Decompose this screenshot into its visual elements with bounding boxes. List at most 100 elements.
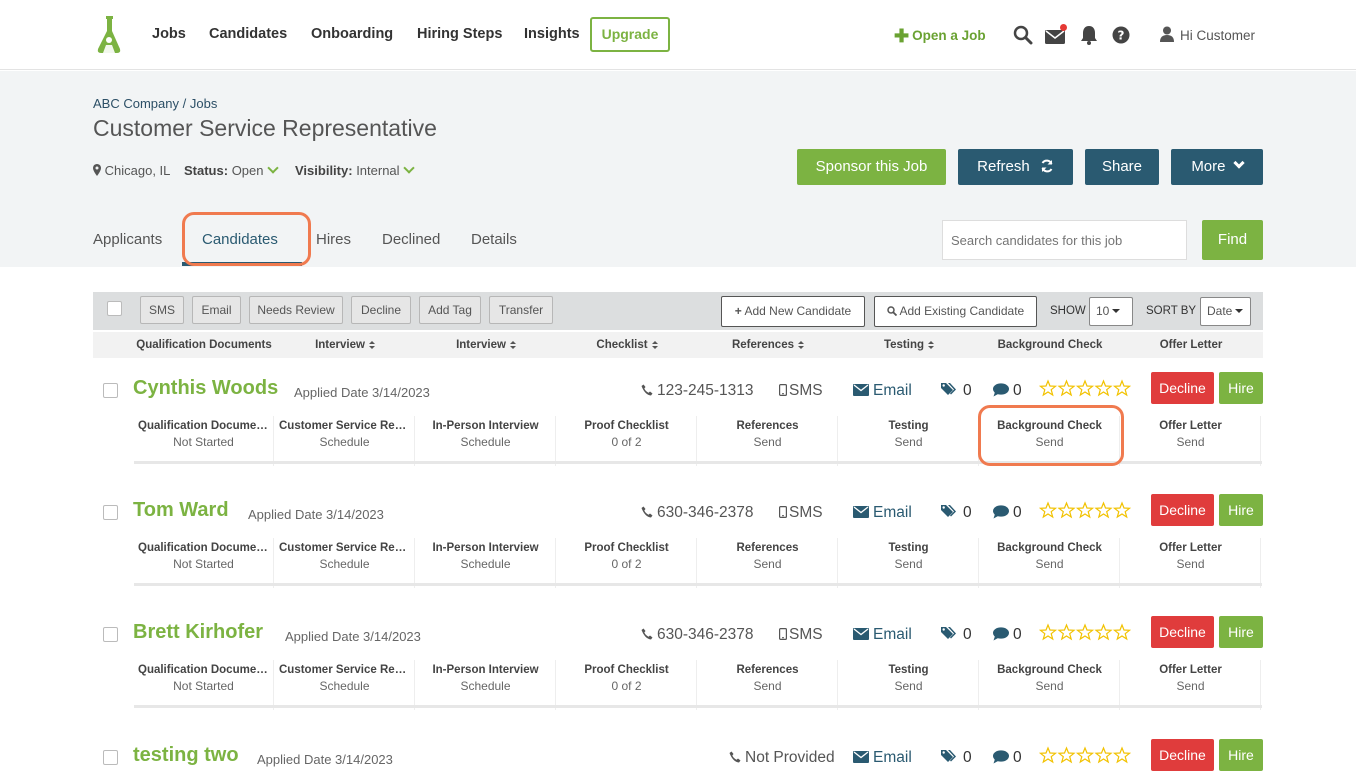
add-existing-candidate-button[interactable]: Add Existing Candidate xyxy=(874,296,1037,327)
candidate-phone[interactable]: 123-245-1313 xyxy=(641,382,754,400)
find-button[interactable]: Find xyxy=(1202,220,1263,260)
bell-icon[interactable] xyxy=(1079,25,1099,45)
sort-by-select[interactable]: Date xyxy=(1200,297,1251,326)
candidate-name[interactable]: Brett Kirhofer xyxy=(133,621,263,644)
candidate-name[interactable]: Cynthis Woods xyxy=(133,377,278,400)
candidate-name[interactable]: Tom Ward xyxy=(133,499,229,522)
star-icon[interactable] xyxy=(1039,501,1058,519)
step-customer-service-interview[interactable]: Customer Service Repr... Schedule xyxy=(275,416,415,466)
nav-onboarding[interactable]: Onboarding xyxy=(311,26,393,42)
col-testing[interactable]: Testing xyxy=(839,339,979,351)
step-background-check[interactable]: Background Check Send xyxy=(980,660,1120,710)
star-icon[interactable] xyxy=(1112,746,1131,764)
bulk-sms-button[interactable]: SMS xyxy=(140,296,184,324)
candidate-phone[interactable]: 630-346-2378 xyxy=(641,504,754,522)
candidate-tags[interactable]: 0 xyxy=(941,504,972,522)
decline-button[interactable]: Decline xyxy=(1151,372,1214,404)
rating-stars[interactable] xyxy=(1039,379,1131,397)
candidate-email[interactable]: Email xyxy=(853,504,912,522)
step-testing[interactable]: Testing Send xyxy=(839,416,979,466)
nav-insights[interactable]: Insights xyxy=(524,26,580,42)
show-count-select[interactable]: 10 xyxy=(1089,297,1133,326)
decline-button[interactable]: Decline xyxy=(1151,494,1214,526)
step-testing[interactable]: Testing Send xyxy=(839,660,979,710)
candidate-email[interactable]: Email xyxy=(853,382,912,400)
step-customer-service-interview[interactable]: Customer Service Repr... Schedule xyxy=(275,538,415,588)
breadcrumb-jobs[interactable]: Jobs xyxy=(190,96,217,111)
more-button[interactable]: More xyxy=(1171,149,1263,185)
step-in-person-interview[interactable]: In-Person Interview Schedule xyxy=(416,660,556,710)
star-icon[interactable] xyxy=(1075,746,1095,764)
star-icon[interactable] xyxy=(1057,746,1076,764)
tab-declined[interactable]: Declined xyxy=(382,231,440,248)
star-icon[interactable] xyxy=(1039,379,1058,397)
star-icon[interactable] xyxy=(1075,379,1095,397)
candidate-checkbox[interactable] xyxy=(103,750,118,765)
candidate-tags[interactable]: 0 xyxy=(941,626,972,644)
col-qualification-documents[interactable]: Qualification Documents xyxy=(134,339,274,351)
star-icon[interactable] xyxy=(1112,379,1131,397)
bulk-add-tag-button[interactable]: Add Tag xyxy=(419,296,481,324)
decline-button[interactable]: Decline xyxy=(1151,616,1214,648)
candidate-checkbox[interactable] xyxy=(103,505,118,520)
col-background-check[interactable]: Background Check xyxy=(980,339,1120,351)
candidate-sms[interactable]: SMS xyxy=(779,626,823,644)
col-interview-2[interactable]: Interview xyxy=(416,339,556,351)
add-new-candidate-button[interactable]: + Add New Candidate xyxy=(721,296,865,327)
user-menu[interactable]: Hi Customer xyxy=(1160,26,1255,43)
open-job-link[interactable]: ✚ Open a Job xyxy=(894,26,986,47)
col-checklist[interactable]: Checklist xyxy=(557,339,697,351)
candidate-messages[interactable]: 0 xyxy=(993,504,1022,522)
star-icon[interactable] xyxy=(1094,379,1113,397)
candidate-messages[interactable]: 0 xyxy=(993,749,1022,767)
step-proof-checklist[interactable]: Proof Checklist 0 of 2 xyxy=(557,538,697,588)
search-input[interactable] xyxy=(942,220,1187,260)
star-icon[interactable] xyxy=(1094,623,1113,641)
step-in-person-interview[interactable]: In-Person Interview Schedule xyxy=(416,416,556,466)
step-proof-checklist[interactable]: Proof Checklist 0 of 2 xyxy=(557,660,697,710)
candidate-phone[interactable]: 630-346-2378 xyxy=(641,626,754,644)
step-references[interactable]: References Send xyxy=(698,538,838,588)
hire-button[interactable]: Hire xyxy=(1219,616,1263,648)
step-qualification-documents[interactable]: Qualification Documents Not Started xyxy=(134,416,274,466)
breadcrumb-company[interactable]: ABC Company xyxy=(93,96,179,111)
step-offer-letter[interactable]: Offer Letter Send xyxy=(1121,416,1261,466)
candidate-sms[interactable]: SMS xyxy=(779,382,823,400)
star-icon[interactable] xyxy=(1112,501,1131,519)
star-icon[interactable] xyxy=(1057,501,1076,519)
visibility-dropdown[interactable]: Visibility: Internal xyxy=(295,162,415,178)
upgrade-button[interactable]: Upgrade xyxy=(590,17,670,52)
candidate-email[interactable]: Email xyxy=(853,749,912,767)
hire-button[interactable]: Hire xyxy=(1219,372,1263,404)
col-offer-letter[interactable]: Offer Letter xyxy=(1121,339,1261,351)
col-interview-1[interactable]: Interview xyxy=(275,339,415,351)
nav-hiring-steps[interactable]: Hiring Steps xyxy=(417,26,502,42)
bulk-email-button[interactable]: Email xyxy=(192,296,241,324)
candidate-checkbox[interactable] xyxy=(103,627,118,642)
tab-applicants[interactable]: Applicants xyxy=(93,231,162,248)
hire-button[interactable]: Hire xyxy=(1219,494,1263,526)
step-in-person-interview[interactable]: In-Person Interview Schedule xyxy=(416,538,556,588)
candidate-checkbox[interactable] xyxy=(103,383,118,398)
hire-button[interactable]: Hire xyxy=(1219,739,1263,771)
sponsor-job-button[interactable]: Sponsor this Job xyxy=(797,149,946,185)
step-background-check[interactable]: Background Check Send xyxy=(980,538,1120,588)
step-testing[interactable]: Testing Send xyxy=(839,538,979,588)
status-dropdown[interactable]: Status: Open xyxy=(184,162,279,178)
bulk-transfer-button[interactable]: Transfer xyxy=(489,296,553,324)
candidate-email[interactable]: Email xyxy=(853,626,912,644)
select-all-checkbox[interactable] xyxy=(107,301,122,316)
rating-stars[interactable] xyxy=(1039,746,1131,764)
bulk-decline-button[interactable]: Decline xyxy=(351,296,411,324)
step-references[interactable]: References Send xyxy=(698,660,838,710)
candidate-name[interactable]: testing two xyxy=(133,744,239,767)
logo-icon[interactable] xyxy=(96,16,122,54)
step-customer-service-interview[interactable]: Customer Service Repr... Schedule xyxy=(275,660,415,710)
decline-button[interactable]: Decline xyxy=(1151,739,1214,771)
candidate-phone[interactable]: Not Provided xyxy=(729,749,835,767)
search-icon[interactable] xyxy=(1013,25,1033,45)
star-icon[interactable] xyxy=(1057,623,1076,641)
step-offer-letter[interactable]: Offer Letter Send xyxy=(1121,660,1261,710)
help-icon[interactable]: ? xyxy=(1111,25,1131,45)
tab-details[interactable]: Details xyxy=(471,231,517,248)
